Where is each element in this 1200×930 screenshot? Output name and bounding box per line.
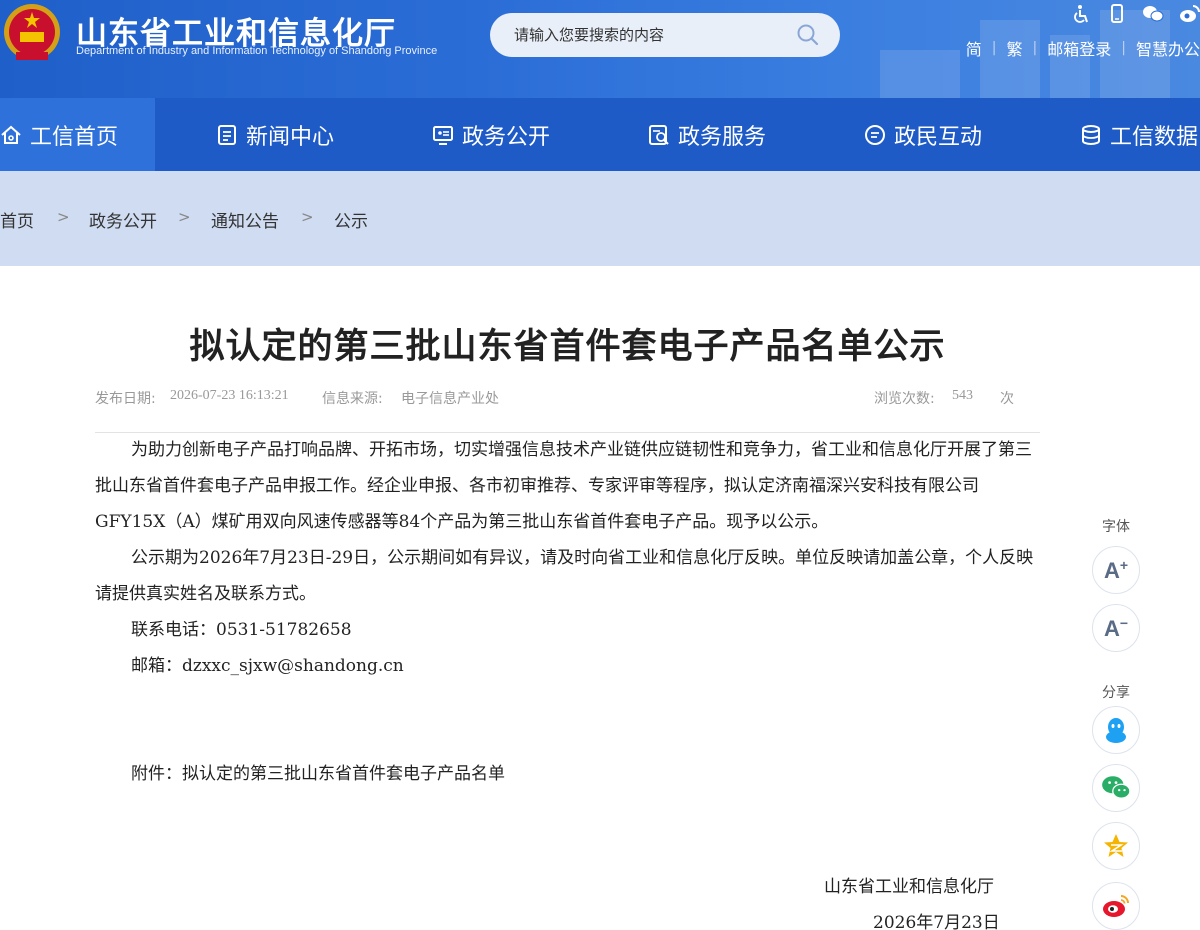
views-count: 543 — [952, 388, 973, 403]
top-icon-row — [1070, 4, 1200, 24]
qq-icon — [1106, 718, 1126, 743]
nav-item-interaction[interactable]: 政民互动 — [864, 98, 982, 171]
service-icon — [649, 124, 669, 145]
search-box — [490, 13, 840, 57]
link-separator: | — [1032, 40, 1038, 56]
publish-date: 2026-07-23 16:13:21 — [170, 388, 289, 403]
source-value: 电子信息产业处 — [401, 391, 499, 407]
breadcrumb-notices[interactable]: 通知公告 — [211, 207, 279, 232]
breadcrumb-separator: > — [178, 208, 191, 226]
font-decrease-icon: A− — [1103, 614, 1129, 641]
source-label: 信息来源: — [322, 391, 383, 407]
nav-item-label: 新闻中心 — [246, 124, 335, 150]
breadcrumb-separator: > — [57, 208, 70, 226]
attachment-link[interactable]: 附件：拟认定的第三批山东省首件套电子产品名单 — [95, 756, 1040, 792]
smart-office-link[interactable]: 智慧办公 — [1136, 36, 1200, 60]
mail-login-link[interactable]: 邮箱登录 — [1047, 36, 1111, 60]
simplified-chinese-link[interactable]: 简 — [966, 36, 982, 60]
breadcrumb-gov-affairs[interactable]: 政务公开 — [89, 207, 157, 232]
views-label: 浏览次数: — [874, 391, 935, 407]
monitor-icon — [433, 125, 453, 145]
share-weibo-button[interactable] — [1092, 882, 1140, 930]
top-links: 简 | 繁 | 邮箱登录 | 智慧办公 — [966, 36, 1200, 60]
national-emblem-icon — [4, 4, 60, 60]
contact-phone: 联系电话：0531-51782658 — [131, 620, 352, 640]
signature-organization: 山东省工业和信息化厅 — [824, 877, 994, 897]
home-icon — [1, 125, 21, 144]
qzone-icon — [1104, 834, 1128, 857]
article-title: 拟认定的第三批山东省首件套电子产品名单公示 — [189, 327, 946, 367]
article-paragraph: 为助力创新电子产品打响品牌、开拓市场，切实增强信息技术产业链供应链韧性和竞争力，… — [95, 440, 1032, 532]
mobile-icon[interactable] — [1106, 4, 1128, 24]
search-input[interactable] — [514, 23, 784, 47]
signature-date: 2026年7月23日 — [873, 913, 1000, 930]
site-title-english: Department of Industry and Information T… — [76, 45, 438, 57]
weibo-icon[interactable] — [1178, 4, 1200, 24]
nav-item-label: 工信首页 — [30, 124, 119, 150]
nav-item-gov-services[interactable]: 政务服务 — [648, 98, 766, 171]
link-separator: | — [991, 40, 997, 56]
breadcrumb-public-notice[interactable]: 公示 — [334, 207, 368, 232]
nav-item-news[interactable]: 新闻中心 — [216, 98, 334, 171]
news-icon — [218, 124, 236, 145]
breadcrumb-home[interactable]: 首页 — [0, 207, 34, 232]
share-qzone-button[interactable] — [1092, 822, 1140, 870]
breadcrumb-separator: > — [301, 208, 314, 226]
publish-date-label: 发布日期: — [95, 391, 156, 407]
share-label: 分享 — [1102, 685, 1130, 701]
link-separator: | — [1121, 40, 1126, 56]
article-paragraph: 公示期为2026年7月23日-29日，公示期间如有异议，请及时向省工业和信息化厅… — [95, 548, 1034, 604]
breadcrumb: 首页 > 政务公开 > 通知公告 > 公示 — [0, 171, 1200, 266]
traditional-chinese-link[interactable]: 繁 — [1007, 36, 1023, 60]
views-unit: 次 — [1000, 391, 1014, 407]
nav-item-label: 政务公开 — [462, 124, 551, 150]
chat-icon — [865, 124, 885, 145]
nav-item-gov-affairs[interactable]: 政务公开 — [432, 98, 550, 171]
nav-item-home[interactable]: 工信首页 — [0, 98, 155, 171]
search-icon[interactable] — [796, 23, 820, 47]
wechat-icon[interactable] — [1142, 4, 1164, 24]
main-nav: 工信首页 新闻中心 政务公开 政务服务 政民互动 工信数据 — [0, 98, 1200, 171]
weibo-share-icon — [1103, 895, 1129, 917]
font-size-label: 字体 — [1102, 519, 1130, 535]
wechat-share-icon — [1102, 776, 1131, 799]
share-qq-button[interactable] — [1092, 706, 1140, 754]
share-wechat-button[interactable] — [1092, 764, 1140, 812]
nav-item-label: 工信数据 — [1110, 124, 1199, 150]
site-header: 山东省工业和信息化厅 Department of Industry and In… — [0, 0, 1200, 98]
nav-item-label: 政民互动 — [894, 124, 983, 150]
font-increase-button[interactable]: A+ — [1092, 546, 1140, 594]
font-increase-icon: A+ — [1103, 556, 1129, 583]
nav-item-label: 政务服务 — [678, 124, 767, 150]
accessibility-icon[interactable] — [1070, 4, 1092, 24]
database-icon — [1082, 124, 1100, 145]
nav-item-data[interactable]: 工信数据 — [1080, 98, 1198, 171]
font-decrease-button[interactable]: A− — [1092, 604, 1140, 652]
contact-email: 邮箱：dzxxc_sjxw@shandong.cn — [131, 656, 404, 676]
